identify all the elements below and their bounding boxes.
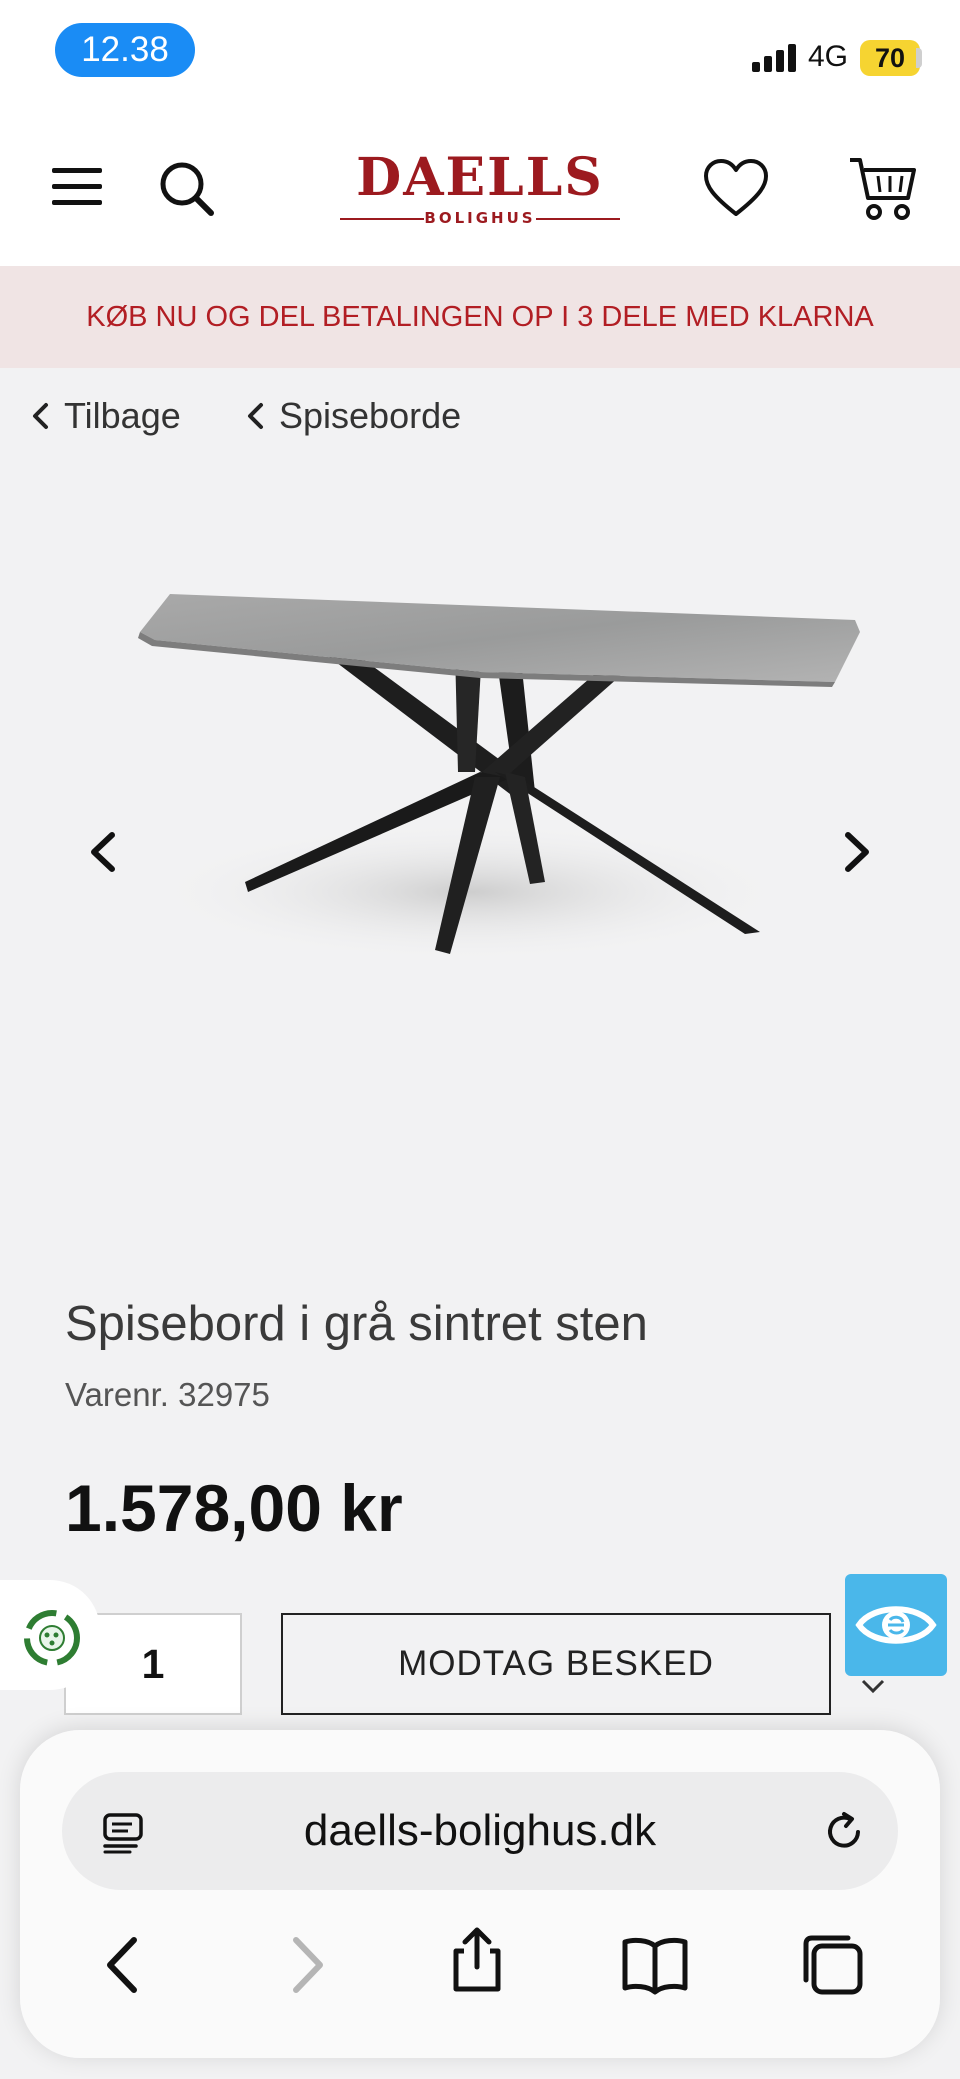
breadcrumb-label: Spiseborde [279, 395, 462, 436]
product-image [138, 594, 860, 962]
carousel-next-icon[interactable] [830, 827, 880, 877]
eco-badge[interactable] [0, 1580, 100, 1690]
url-text: daells-bolighus.dk [303, 1806, 657, 1855]
tabs-icon[interactable] [798, 1930, 868, 2000]
carousel-prev-icon[interactable] [80, 827, 130, 877]
hamburger-icon[interactable] [52, 166, 102, 208]
search-icon[interactable] [158, 160, 216, 218]
reload-icon[interactable] [822, 1810, 866, 1854]
battery-icon [916, 48, 922, 68]
recycle-icon [24, 1610, 80, 1666]
browser-toolbar: daells-bolighus.dk [20, 1730, 940, 2058]
accessibility-badge[interactable] [845, 1574, 947, 1676]
heart-icon[interactable] [703, 158, 769, 218]
status-time: 12.38 [55, 23, 195, 77]
bookmarks-icon[interactable] [620, 1930, 690, 2000]
product-image-carousel[interactable] [80, 472, 880, 1108]
product-sku: Varenr. 32975 [65, 1376, 270, 1413]
site-header: DAELLS BOLIGHUS [0, 110, 960, 266]
eye-icon [855, 1606, 937, 1644]
breadcrumb-back[interactable]: Tilbage [30, 395, 181, 437]
status-bar: 12.38 4G 70 [0, 0, 960, 110]
address-bar[interactable]: daells-bolighus.dk [62, 1772, 898, 1890]
breadcrumb-category[interactable]: Spiseborde [245, 395, 461, 437]
chevron-left-icon [248, 403, 263, 429]
chevron-left-icon [33, 403, 48, 429]
signal-icon [752, 44, 796, 72]
product-price: 1.578,00 kr [65, 1471, 403, 1545]
notify-button[interactable]: MODTAG BESKED [281, 1613, 831, 1715]
logo-subtitle: BOLIGHUS [424, 209, 536, 227]
chevron-down-icon [861, 1679, 885, 1694]
breadcrumb-label: Tilbage [64, 395, 181, 436]
forward-icon [293, 1937, 323, 1993]
klarna-banner[interactable]: KØB NU OG DEL BETALINGEN OP I 3 DELE MED… [0, 266, 960, 368]
product-title: Spisebord i grå sintret sten [65, 1297, 648, 1351]
battery-level: 70 [860, 40, 920, 76]
network-type: 4G [808, 40, 849, 73]
logo-wordmark: DAELLS [356, 147, 604, 208]
site-logo[interactable]: DAELLS BOLIGHUS [340, 150, 620, 230]
cart-icon[interactable] [848, 154, 918, 224]
share-icon[interactable] [442, 1925, 512, 1995]
back-icon[interactable] [90, 1930, 160, 2000]
